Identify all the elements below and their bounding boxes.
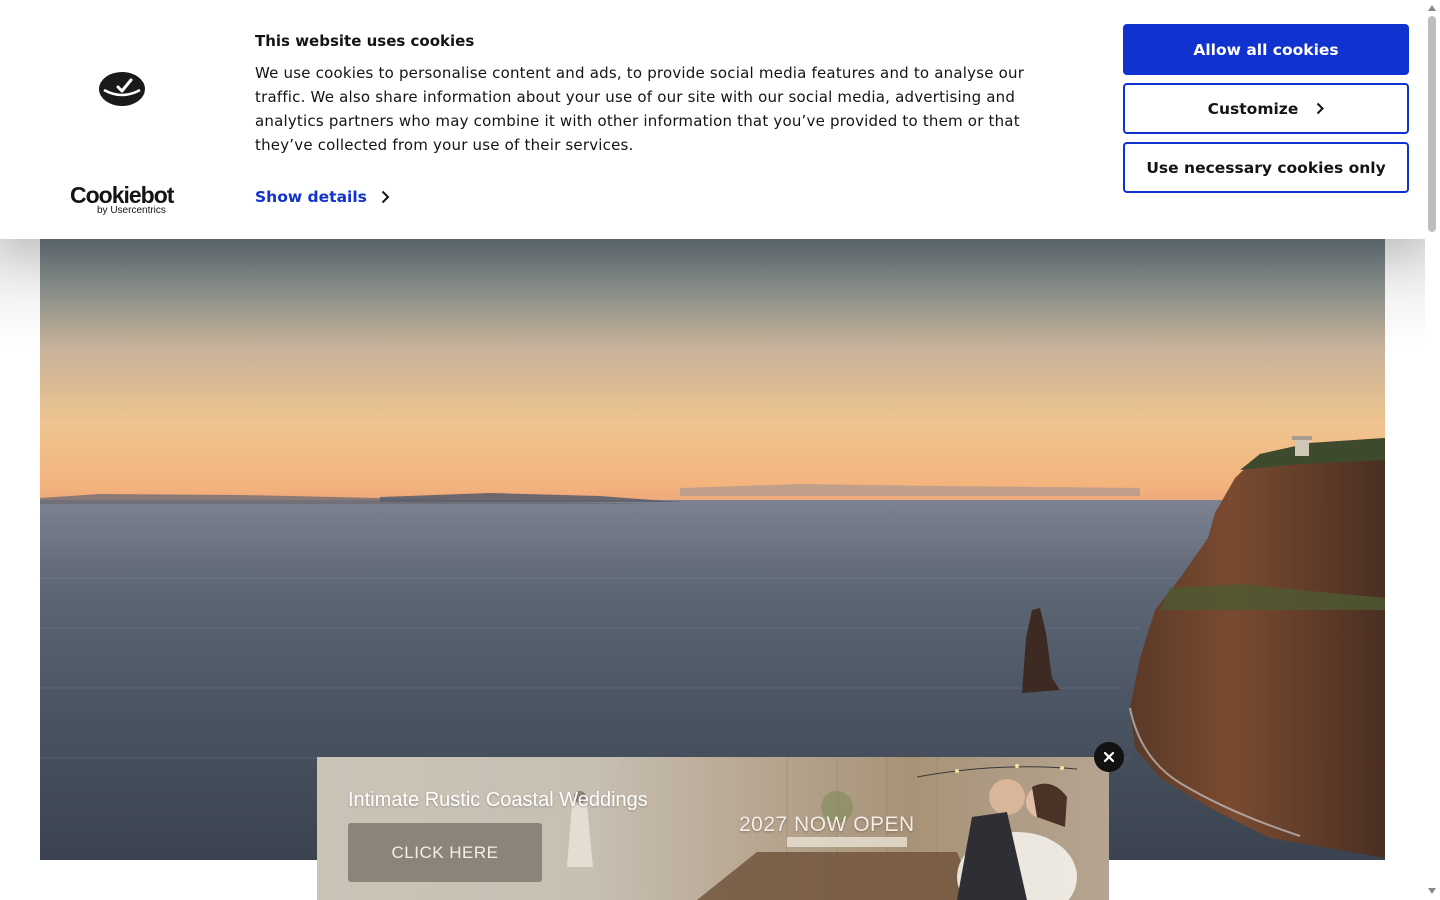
- chevron-right-icon: [1317, 102, 1325, 115]
- customize-button[interactable]: Customize: [1123, 83, 1409, 134]
- necessary-cookies-only-button[interactable]: Use necessary cookies only: [1123, 142, 1409, 193]
- necessary-cookies-only-label: Use necessary cookies only: [1146, 158, 1386, 177]
- cookiebot-wordmark-text: Cookiebot: [70, 182, 174, 208]
- scroll-up-arrow-icon[interactable]: [1428, 5, 1436, 11]
- scrollbar-thumb[interactable]: [1428, 16, 1436, 232]
- page-scrollbar[interactable]: [1425, 0, 1440, 900]
- cookiebot-wordmark-sub: by Usercentrics: [97, 205, 166, 216]
- show-details-link[interactable]: Show details: [255, 188, 390, 206]
- cookie-banner-title: This website uses cookies: [255, 32, 475, 50]
- close-icon: [1103, 751, 1115, 763]
- allow-all-cookies-button[interactable]: Allow all cookies: [1123, 24, 1409, 75]
- customize-label: Customize: [1207, 99, 1299, 118]
- promo-title: Intimate Rustic Coastal Weddings: [348, 789, 648, 811]
- promo-badge-text: 2027 NOW OPEN: [739, 813, 915, 836]
- scroll-down-arrow-icon[interactable]: [1428, 888, 1436, 894]
- cookie-consent-banner: Cookiebot by Usercentrics This website u…: [0, 0, 1425, 239]
- cookie-banner-description: We use cookies to personalise content an…: [255, 64, 1025, 154]
- cookiebot-wordmark: Cookiebot by Usercentrics: [70, 183, 174, 217]
- allow-all-cookies-label: Allow all cookies: [1193, 40, 1339, 59]
- chevron-right-icon: [381, 190, 390, 204]
- show-details-label: Show details: [255, 188, 367, 206]
- promo-close-button[interactable]: [1094, 742, 1124, 772]
- promo-click-here-button[interactable]: CLICK HERE: [348, 823, 542, 882]
- cookiebot-logo-icon: [99, 72, 145, 106]
- wedding-promo-popup: Intimate Rustic Coastal Weddings CLICK H…: [317, 757, 1109, 900]
